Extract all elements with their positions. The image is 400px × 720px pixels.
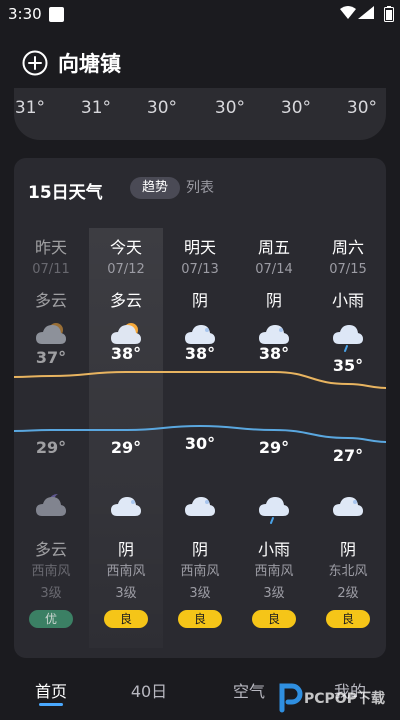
- date-label: 07/12: [107, 262, 145, 277]
- wind-direction: 西南风: [180, 564, 220, 579]
- day-weather-label: 阴: [265, 291, 282, 310]
- aqi-badge: 良: [326, 610, 370, 628]
- cloudy-icon: [333, 497, 363, 516]
- day-label: 明天: [183, 238, 216, 257]
- day-weather-label: 多云: [109, 291, 142, 310]
- wind-level: 3级: [189, 586, 211, 601]
- date-label: 07/13: [181, 262, 219, 277]
- forecast-day-column[interactable]: 周六 07/15 小雨 35° 27° 阴东北风 2级良: [311, 158, 385, 658]
- forecast-day-column[interactable]: 今天 07/12 多云 38° 29° 阴西南风 3级良: [89, 158, 163, 658]
- aqi-wrap: 良: [163, 608, 237, 628]
- hourly-temp: 31°: [80, 98, 112, 118]
- date-label: 07/11: [32, 262, 70, 277]
- aqi-badge: 优: [29, 610, 73, 628]
- day-weather-label: 阴: [191, 291, 208, 310]
- wind-level: 3级: [263, 586, 285, 601]
- wind-direction: 西南风: [31, 564, 71, 579]
- wind-level: 3级: [40, 586, 62, 601]
- wind-direction: 西南风: [106, 564, 146, 579]
- low-temp: 29°: [35, 438, 67, 457]
- aqi-badge: 良: [252, 610, 296, 628]
- hourly-temp: 30°: [346, 98, 378, 118]
- wifi-icon: [340, 6, 356, 19]
- high-temp: 35°: [332, 356, 364, 375]
- day-weather-label: 小雨: [331, 291, 364, 310]
- night-weather-icon-wrap: [163, 490, 237, 528]
- high-temp: 37°: [35, 348, 67, 367]
- active-tab-indicator: [39, 703, 63, 706]
- hourly-temperature-strip[interactable]: 31° 31° 30° 30° 30° 30°: [14, 88, 386, 140]
- night-weather-label: 多云: [34, 540, 67, 559]
- aqi-wrap: 良: [237, 608, 311, 628]
- night-weather-icon-wrap: [237, 490, 311, 528]
- high-temp: 38°: [110, 344, 142, 363]
- tab-home[interactable]: 首页: [21, 678, 81, 702]
- forecast-day-column[interactable]: 周五 07/14 阴 38° 29° 小雨西南风 3级良: [237, 158, 311, 658]
- low-temp: 29°: [258, 438, 290, 457]
- day-label: 周六: [331, 238, 364, 257]
- watermark: PCPOP下载: [276, 680, 396, 714]
- low-temp: 27°: [332, 446, 364, 465]
- night-weather-label: 阴: [191, 540, 208, 559]
- day-weather-label: 多云: [34, 291, 67, 310]
- city-name[interactable]: 向塘镇: [58, 48, 121, 78]
- tab-40-day[interactable]: 40日: [119, 678, 179, 702]
- notification-icon: [49, 7, 64, 22]
- partly-cloudy-day-icon: [36, 323, 66, 344]
- high-temp: 38°: [258, 344, 290, 363]
- date-label: 07/14: [255, 262, 293, 277]
- add-city-icon[interactable]: [22, 50, 48, 76]
- cloudy-icon: [185, 497, 215, 516]
- day-label: 昨天: [34, 238, 67, 257]
- aqi-wrap: 优: [14, 608, 88, 628]
- header: 向塘镇: [0, 44, 400, 84]
- battery-icon: [384, 6, 394, 22]
- cloudy-icon: [111, 497, 141, 516]
- aqi-wrap: 良: [311, 608, 385, 628]
- tab-air[interactable]: 空气: [219, 678, 279, 702]
- hourly-temp: 31°: [14, 98, 46, 118]
- partly-cloudy-night-icon: [36, 493, 66, 516]
- low-temp: 30°: [184, 434, 216, 453]
- night-weather-label: 阴: [339, 540, 356, 559]
- date-label: 07/15: [329, 262, 367, 277]
- low-temp: 29°: [110, 438, 142, 457]
- wind-direction: 东北风: [328, 564, 368, 579]
- light-rain-icon: [259, 497, 289, 524]
- status-bar: 3:30: [0, 0, 400, 30]
- forecast-card: 15日天气 趋势 列表 昨天 07/11 多云 37° 29° 多云 西南风 3级优今天 07/…: [14, 158, 386, 658]
- night-weather-icon-wrap: [311, 490, 385, 528]
- aqi-badge: 良: [104, 610, 148, 628]
- hourly-temp: 30°: [280, 98, 312, 118]
- light-rain-icon: [333, 325, 363, 352]
- high-temp: 38°: [184, 344, 216, 363]
- hourly-temp: 30°: [146, 98, 178, 118]
- aqi-badge: 良: [178, 610, 222, 628]
- pcpop-logo-icon: [279, 683, 303, 713]
- forecast-day-column[interactable]: 昨天 07/11 多云 37° 29° 多云西南风 3级优: [14, 158, 88, 658]
- wind-level: 2级: [337, 586, 359, 601]
- watermark-text: PCPOP下载: [304, 691, 385, 707]
- night-weather-label: 阴: [117, 540, 134, 559]
- night-weather-label: 小雨: [257, 540, 290, 559]
- night-weather-icon-wrap: [14, 490, 88, 528]
- wind-direction: 西南风: [254, 564, 294, 579]
- wind-level: 3级: [115, 586, 137, 601]
- night-weather-icon-wrap: [89, 490, 163, 528]
- day-weather-icon-wrap: [311, 318, 385, 356]
- forecast-day-column[interactable]: 明天 07/13 阴 38° 30° 阴西南风 3级良: [163, 158, 237, 658]
- hourly-temp: 30°: [214, 98, 246, 118]
- day-label: 今天: [109, 238, 142, 257]
- status-time: 3:30: [8, 5, 42, 23]
- aqi-wrap: 良: [89, 608, 163, 628]
- day-label: 周五: [257, 238, 290, 257]
- signal-icon: [358, 6, 374, 19]
